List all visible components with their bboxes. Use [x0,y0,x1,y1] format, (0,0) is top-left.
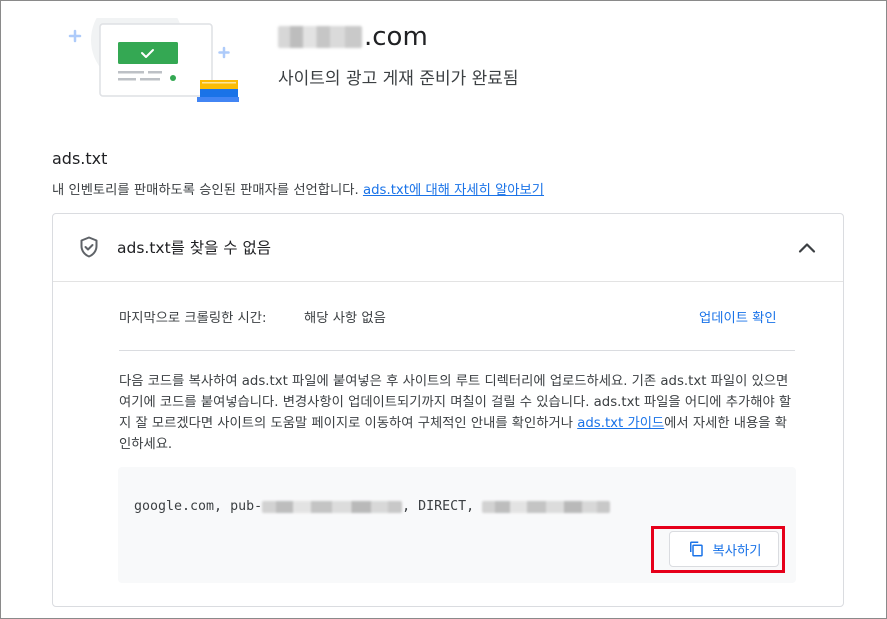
last-crawl-value: 해당 사항 없음 [304,311,386,326]
site-ready-illustration [52,18,242,110]
ads-txt-code-line: google.com, pub- , DIRECT, [134,499,611,514]
copy-button-label: 복사하기 [712,543,762,559]
domain-redacted-blur [278,26,362,48]
domain-suffix: .com [364,22,428,52]
chevron-up-icon[interactable] [795,236,819,260]
ads-txt-description: 내 인벤토리를 판매하도록 승인된 판매자를 선언합니다. ads.txt에 대… [52,179,544,198]
learn-more-link[interactable]: ads.txt에 대해 자세히 알아보기 [363,183,544,198]
ads-txt-guide-link[interactable]: ads.txt 가이드 [577,416,664,431]
card-header[interactable]: ads.txt를 찾을 수 없음 [53,214,843,282]
check-update-button[interactable]: 업데이트 확인 [699,307,777,326]
ads-txt-status-text: ads.txt를 찾을 수 없음 [117,239,272,257]
copy-icon [689,541,703,557]
shield-check-icon [80,236,98,258]
divider [119,350,795,351]
ads-txt-title: ads.txt [52,149,108,168]
code-part-1: google.com, pub- [134,499,263,514]
last-crawl-label: 마지막으로 크롤링한 시간: [119,311,267,326]
ads-txt-description-text: 내 인벤토리를 판매하도록 승인된 판매자를 선언합니다. [52,183,363,198]
code-part-2: , DIRECT, [402,499,483,514]
site-domain: .com [278,22,428,52]
copy-button[interactable]: 복사하기 [669,531,779,567]
publisher-id-redacted-blur [262,500,403,513]
site-status-subtitle: 사이트의 광고 게재 준비가 완료됨 [278,69,519,89]
ads-txt-status-card: ads.txt를 찾을 수 없음 마지막으로 크롤링한 시간: 해당 사항 없음… [52,213,844,607]
cert-id-redacted-blur [482,500,611,513]
instructions-text: 다음 코드를 복사하여 ads.txt 파일에 붙여넣은 후 사이트의 루트 디… [119,371,799,455]
